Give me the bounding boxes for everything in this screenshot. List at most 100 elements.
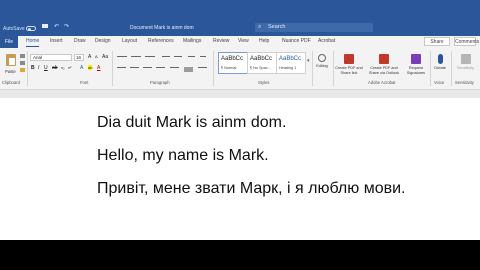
tab-nuance-pdf[interactable]: Nuance PDF xyxy=(282,38,311,44)
paste-icon[interactable] xyxy=(6,54,16,66)
group-font: Font xyxy=(80,80,89,85)
text-effects-icon[interactable]: A xyxy=(80,65,83,71)
paragraph-irish[interactable]: Dia duit Mark is ainm dom. xyxy=(97,114,286,132)
search-placeholder: Search xyxy=(268,24,286,30)
autosave-toggle[interactable] xyxy=(26,26,36,31)
line-spacing-icon[interactable] xyxy=(170,67,179,68)
copy-icon[interactable] xyxy=(20,61,25,65)
tab-design[interactable]: Design xyxy=(95,38,111,44)
decrease-indent-icon[interactable] xyxy=(162,56,170,57)
create-pdf-share-link-label: Create PDF and Share link xyxy=(335,66,363,75)
justify-icon[interactable] xyxy=(156,67,165,68)
align-left-icon[interactable] xyxy=(117,67,126,68)
editing-button[interactable]: Editing xyxy=(314,54,330,69)
bullets-icon[interactable] xyxy=(117,56,127,57)
tab-insert[interactable]: Insert xyxy=(50,38,63,44)
create-pdf-outlook-label: Create PDF and Share via Outlook xyxy=(368,66,400,75)
create-pdf-outlook-button[interactable]: Create PDF and Share via Outlook xyxy=(366,54,402,75)
create-pdf-share-link-button[interactable]: Create PDF and Share link xyxy=(334,54,364,75)
font-color-icon[interactable]: A xyxy=(97,65,100,71)
style-name: ¶ Normal xyxy=(221,66,237,70)
divider xyxy=(312,51,313,86)
group-sensitivity: Sensitivity xyxy=(455,80,474,85)
divider xyxy=(112,51,113,86)
style-normal[interactable]: AaBbCc ¶ Normal xyxy=(218,52,248,74)
superscript-icon[interactable]: x² xyxy=(68,65,71,70)
style-sample: AaBbCc xyxy=(221,56,244,62)
sensitivity-button[interactable]: Sensitivity xyxy=(453,54,478,71)
style-heading-1[interactable]: AaBbCc Heading 1 xyxy=(276,52,306,74)
ribbon-tabs: File Home Insert Draw Design Layout Refe… xyxy=(0,36,480,48)
sort-icon[interactable] xyxy=(188,56,195,57)
style-no-spacing[interactable]: AaBbCc ¶ No Spac... xyxy=(247,52,277,74)
shrink-font-icon[interactable]: A xyxy=(95,54,98,59)
search-input[interactable]: ⌕ Search xyxy=(255,23,373,32)
style-sample: AaBbCc xyxy=(250,56,273,62)
redo-icon[interactable]: ↷ xyxy=(64,23,70,30)
paragraph-english[interactable]: Hello, my name is Mark. xyxy=(97,147,269,165)
paragraph-ukrainian[interactable]: Привіт, мене звати Марк, і я люблю мови. xyxy=(97,180,405,198)
tab-home[interactable]: Home xyxy=(26,38,40,47)
request-signatures-button[interactable]: Request Signatures xyxy=(403,54,429,75)
bold-icon[interactable]: B xyxy=(31,65,35,71)
dictate-label: Dictate xyxy=(434,66,446,70)
tab-draw[interactable]: Draw xyxy=(74,38,86,44)
document-page[interactable]: Dia duit Mark is ainm dom. Hello, my nam… xyxy=(0,98,480,240)
share-button[interactable]: Share xyxy=(424,37,450,46)
ribbon: Paste Clipboard Arial 16 A A Aa B I U ab… xyxy=(0,48,480,90)
multilevel-list-icon[interactable] xyxy=(145,56,155,57)
change-case-icon[interactable]: Aa xyxy=(102,54,108,60)
font-name-select[interactable]: Arial xyxy=(30,54,72,61)
align-right-icon[interactable] xyxy=(143,67,152,68)
tab-help[interactable]: Help xyxy=(259,38,269,44)
title-bar: AutoSave ↶ ↷ Document Mark is ainm dom ⌕… xyxy=(0,0,480,36)
comments-button[interactable]: Comments xyxy=(454,37,479,46)
editing-label: Editing xyxy=(316,64,328,68)
strikethrough-icon[interactable]: ab xyxy=(52,65,58,71)
tab-file[interactable]: File xyxy=(0,36,18,48)
paste-label: Paste xyxy=(5,69,16,74)
tab-review[interactable]: Review xyxy=(213,38,229,44)
group-styles: Styles xyxy=(258,80,270,85)
cut-icon[interactable] xyxy=(20,54,25,58)
highlight-icon[interactable]: ab xyxy=(88,65,93,70)
dictate-button[interactable]: Dictate xyxy=(431,54,449,71)
shading-icon[interactable] xyxy=(184,67,193,72)
search-icon: ⌕ xyxy=(258,24,262,30)
subscript-icon[interactable]: x₂ xyxy=(61,65,65,70)
borders-icon[interactable] xyxy=(198,67,207,68)
divider xyxy=(27,51,28,86)
tab-view[interactable]: View xyxy=(238,38,249,44)
tab-mailings[interactable]: Mailings xyxy=(183,38,201,44)
styles-more-icon[interactable]: ▾ xyxy=(307,58,310,64)
style-name: ¶ No Spac... xyxy=(250,66,271,70)
sensitivity-icon xyxy=(460,54,471,64)
numbering-icon[interactable] xyxy=(131,56,141,57)
increase-indent-icon[interactable] xyxy=(174,56,182,57)
group-clipboard: Clipboard xyxy=(2,80,20,85)
style-name: Heading 1 xyxy=(279,66,297,70)
tab-layout[interactable]: Layout xyxy=(122,38,137,44)
divider xyxy=(213,51,214,86)
pdf-outlook-icon xyxy=(379,54,389,64)
request-signatures-label: Request Signatures xyxy=(406,66,426,75)
tab-acrobat[interactable]: Acrobat xyxy=(318,38,335,44)
document-title: Document Mark is ainm dom xyxy=(130,25,194,31)
divider xyxy=(451,51,452,86)
format-painter-icon[interactable] xyxy=(20,68,25,72)
align-center-icon[interactable] xyxy=(130,67,139,68)
font-size-select[interactable]: 16 xyxy=(74,54,84,61)
underline-icon[interactable]: U xyxy=(44,65,48,71)
show-marks-icon[interactable] xyxy=(200,56,206,57)
group-paragraph: Paragraph xyxy=(150,80,170,85)
undo-icon[interactable]: ↶ xyxy=(54,23,60,30)
group-adobe-acrobat: Adobe Acrobat xyxy=(368,80,396,85)
italic-icon[interactable]: I xyxy=(38,65,39,71)
save-icon[interactable] xyxy=(42,24,48,28)
microphone-icon xyxy=(437,54,443,64)
find-icon xyxy=(318,54,326,62)
grow-font-icon[interactable]: A xyxy=(88,54,91,60)
style-sample: AaBbCc xyxy=(279,56,302,62)
tab-references[interactable]: References xyxy=(148,38,174,44)
signature-icon xyxy=(411,54,421,64)
